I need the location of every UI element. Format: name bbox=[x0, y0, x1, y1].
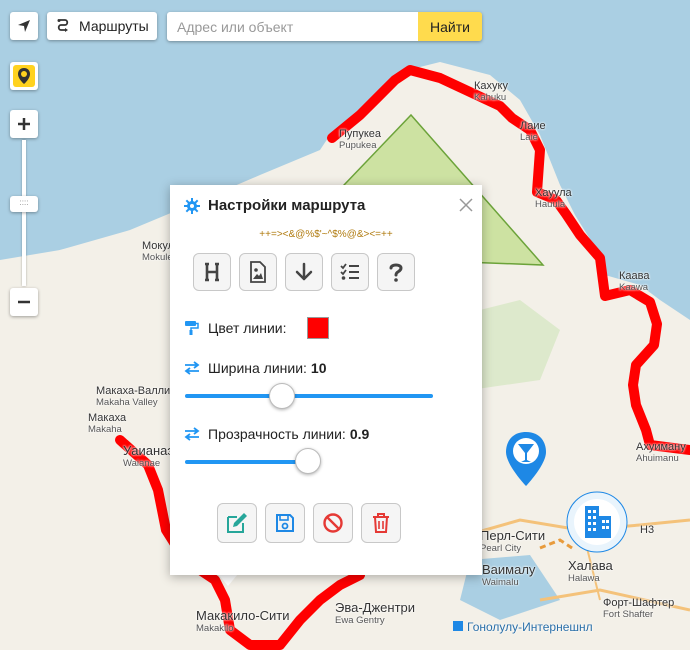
route-icon bbox=[55, 18, 71, 34]
cancel-icon bbox=[323, 513, 343, 533]
popup-subtitle: ++=><&@%$'~^$%@&><=++ bbox=[259, 229, 393, 240]
traffic-icon bbox=[13, 65, 35, 87]
map-label: Макаха Makaha bbox=[88, 412, 127, 435]
popup-title: Настройки маршрута bbox=[184, 197, 365, 214]
zoom-slider-thumb[interactable]: :::: bbox=[10, 196, 38, 212]
line-width-slider[interactable] bbox=[185, 394, 433, 398]
map-label: H3 bbox=[640, 524, 655, 536]
help-button[interactable] bbox=[377, 253, 415, 291]
question-icon bbox=[389, 263, 403, 282]
airport-icon bbox=[453, 621, 463, 631]
map-label: Эва-Джентри Ewa Gentry bbox=[335, 600, 416, 626]
save-icon bbox=[276, 514, 294, 532]
image-file-icon bbox=[250, 261, 266, 283]
edit-button[interactable] bbox=[217, 503, 257, 543]
paint-roller-icon bbox=[185, 321, 199, 335]
location-arrow-icon bbox=[18, 20, 30, 32]
line-color-swatch[interactable] bbox=[306, 317, 329, 339]
minus-icon bbox=[18, 300, 30, 304]
delete-button[interactable] bbox=[361, 503, 401, 543]
line-color-label: Цвет линии: bbox=[208, 320, 287, 336]
map-label: Макакило-Сити Makakilo bbox=[196, 608, 290, 634]
heading-icon bbox=[205, 262, 219, 282]
zoom-slider-track[interactable] bbox=[22, 140, 26, 286]
map-label: Гонолулу-Интернешнл bbox=[467, 620, 593, 634]
line-opacity-label: Прозрачность линии: bbox=[208, 426, 346, 442]
popup-title-text: Настройки маршрута bbox=[208, 197, 366, 214]
close-icon[interactable] bbox=[458, 197, 474, 213]
building-marker-icon bbox=[566, 491, 628, 553]
trash-icon bbox=[373, 513, 389, 533]
map-label: Хауула Hauula bbox=[535, 187, 572, 210]
line-width-row: Ширина линии: 10 bbox=[184, 360, 327, 376]
plus-icon bbox=[18, 118, 30, 130]
arrow-down-icon bbox=[295, 262, 313, 281]
line-width-slider-knob[interactable] bbox=[268, 383, 295, 409]
exchange-arrows-icon bbox=[184, 427, 200, 441]
map-label: Уаианаэ Waianae bbox=[123, 443, 175, 469]
checklist-icon bbox=[340, 263, 359, 280]
map-label: Пупукеа Pupukea bbox=[339, 128, 382, 151]
heading-button[interactable] bbox=[193, 253, 231, 291]
cancel-button[interactable] bbox=[313, 503, 353, 543]
edit-icon bbox=[227, 513, 247, 533]
exchange-arrows-icon bbox=[184, 361, 200, 375]
search-button[interactable]: Найти bbox=[418, 12, 482, 41]
routes-button[interactable]: Маршруты bbox=[47, 12, 157, 40]
routes-label: Маршруты bbox=[79, 18, 149, 34]
line-width-value: 10 bbox=[310, 360, 327, 376]
arrow-down-button[interactable] bbox=[285, 253, 323, 291]
geolocation-button[interactable] bbox=[10, 12, 38, 40]
save-button[interactable] bbox=[265, 503, 305, 543]
search-input[interactable] bbox=[167, 12, 418, 41]
route-settings-popup: Настройки маршрута ++=><&@%$'~^$%@&><=++… bbox=[170, 185, 482, 575]
gear-icon bbox=[184, 197, 200, 214]
popup-tail bbox=[218, 574, 238, 586]
line-width-label: Ширина линии: bbox=[208, 360, 307, 376]
popup-actions bbox=[217, 503, 401, 543]
popup-toolbar bbox=[193, 253, 415, 291]
image-file-button[interactable] bbox=[239, 253, 277, 291]
map-label: Перл-Сити Pearl City bbox=[480, 528, 546, 554]
map-label: Ахуиману Ahuimanu bbox=[636, 441, 686, 464]
line-color-row: Цвет линии: bbox=[184, 317, 329, 339]
line-opacity-row: Прозрачность линии: 0.9 bbox=[184, 426, 369, 442]
search-bar: Найти bbox=[167, 12, 482, 41]
map-label: Лаие Laie bbox=[520, 120, 546, 143]
map-label: Ваималу Waimalu bbox=[482, 562, 536, 588]
map-label: Кахуку Kahuku bbox=[474, 80, 508, 103]
map-label: Каава Kaawa bbox=[619, 270, 650, 293]
line-opacity-slider-knob[interactable] bbox=[295, 448, 322, 474]
map-label: Макаха-Валли Makaha Valley bbox=[96, 385, 171, 408]
traffic-button[interactable] bbox=[10, 62, 38, 90]
map-label: Халава Halawa bbox=[568, 558, 613, 584]
map-label: Форт-Шафтер Fort Shafter bbox=[603, 597, 675, 620]
line-opacity-slider[interactable] bbox=[185, 460, 309, 464]
line-opacity-value: 0.9 bbox=[349, 426, 370, 442]
checklist-button[interactable] bbox=[331, 253, 369, 291]
zoom-out-button[interactable] bbox=[10, 288, 38, 316]
zoom-in-button[interactable] bbox=[10, 110, 38, 138]
